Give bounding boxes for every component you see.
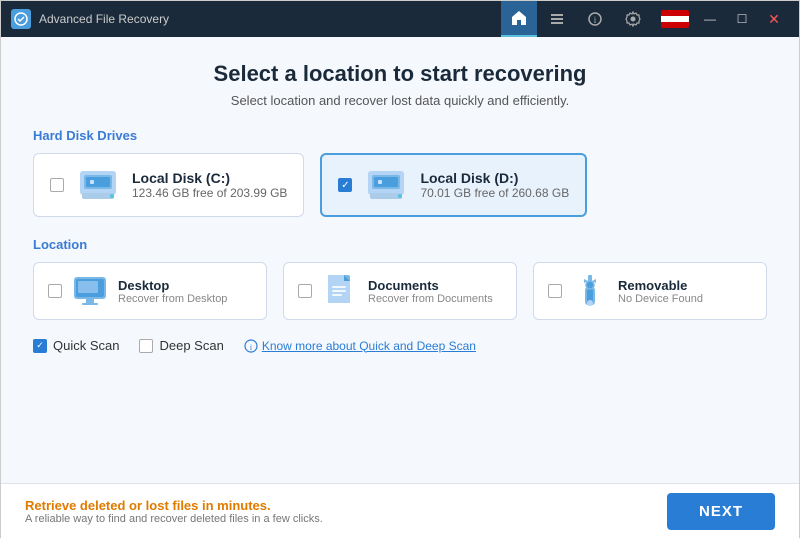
next-button[interactable]: NEXT [667, 493, 775, 530]
minimize-button[interactable]: — [695, 7, 725, 31]
window-controls: — ☐ ✕ [661, 7, 789, 31]
deep-scan-checkbox[interactable] [139, 339, 153, 353]
titlebar: Advanced File Recovery i — ☐ [1, 1, 799, 37]
nav-settings[interactable] [615, 1, 651, 37]
location-removable-card[interactable]: Removable No Device Found [533, 262, 767, 320]
drive-d-card[interactable]: Local Disk (D:) 70.01 GB free of 260.68 … [320, 153, 587, 217]
page-title: Select a location to start recovering [33, 61, 767, 87]
location-removable-sub: No Device Found [618, 293, 703, 305]
location-documents-info: Documents Recover from Documents [368, 278, 493, 305]
svg-text:i: i [250, 343, 253, 352]
location-removable-checkbox[interactable] [548, 284, 562, 298]
location-desktop-checkbox[interactable] [48, 284, 62, 298]
location-desktop-info: Desktop Recover from Desktop [118, 278, 227, 305]
footer-msg-subtitle: A reliable way to find and recover delet… [25, 513, 667, 525]
footer: Retrieve deleted or lost files in minute… [1, 483, 799, 539]
deep-scan-option[interactable]: Deep Scan [139, 338, 223, 353]
nav-list[interactable] [539, 1, 575, 37]
maximize-button[interactable]: ☐ [727, 7, 757, 31]
drive-c-checkbox[interactable] [50, 178, 64, 192]
footer-message: Retrieve deleted or lost files in minute… [25, 498, 667, 525]
location-row: Desktop Recover from Desktop Documents R… [33, 262, 767, 320]
location-removable-info: Removable No Device Found [618, 278, 703, 305]
nav-home[interactable] [501, 1, 537, 37]
drive-d-name: Local Disk (D:) [420, 170, 569, 186]
quick-scan-checkbox[interactable] [33, 339, 47, 353]
nav-bar: i [501, 1, 651, 37]
location-desktop-card[interactable]: Desktop Recover from Desktop [33, 262, 267, 320]
scan-info-link[interactable]: i Know more about Quick and Deep Scan [244, 339, 476, 353]
location-desktop-name: Desktop [118, 278, 227, 293]
drive-d-info: Local Disk (D:) 70.01 GB free of 260.68 … [420, 170, 569, 200]
drives-row: Local Disk (C:) 123.46 GB free of 203.99… [33, 153, 767, 217]
drive-c-card[interactable]: Local Disk (C:) 123.46 GB free of 203.99… [33, 153, 304, 217]
drive-c-name: Local Disk (C:) [132, 170, 287, 186]
location-documents-name: Documents [368, 278, 493, 293]
hdd-section-label: Hard Disk Drives [33, 128, 767, 143]
deep-scan-label: Deep Scan [159, 338, 223, 353]
usb-icon [572, 273, 608, 309]
app-logo [11, 9, 31, 29]
svg-text:i: i [594, 15, 597, 25]
drive-c-info: Local Disk (C:) 123.46 GB free of 203.99… [132, 170, 287, 200]
desktop-icon [72, 273, 108, 309]
language-flag[interactable] [661, 10, 689, 28]
quick-scan-label: Quick Scan [53, 338, 119, 353]
location-desktop-sub: Recover from Desktop [118, 293, 227, 305]
nav-info[interactable]: i [577, 1, 613, 37]
drive-c-size: 123.46 GB free of 203.99 GB [132, 186, 287, 200]
drive-d-size: 70.01 GB free of 260.68 GB [420, 186, 569, 200]
main-content: Select a location to start recovering Se… [1, 37, 799, 483]
location-section-label: Location [33, 237, 767, 252]
location-documents-card[interactable]: Documents Recover from Documents [283, 262, 517, 320]
close-button[interactable]: ✕ [759, 7, 789, 31]
quick-scan-option[interactable]: Quick Scan [33, 338, 119, 353]
location-documents-checkbox[interactable] [298, 284, 312, 298]
location-documents-sub: Recover from Documents [368, 293, 493, 305]
location-removable-name: Removable [618, 278, 703, 293]
footer-msg-title: Retrieve deleted or lost files in minute… [25, 498, 667, 513]
documents-icon [322, 273, 358, 309]
drive-c-icon [76, 167, 120, 203]
scan-options: Quick Scan Deep Scan i Know more about Q… [33, 338, 767, 353]
page-subtitle: Select location and recover lost data qu… [33, 93, 767, 108]
scan-info-text: Know more about Quick and Deep Scan [262, 339, 476, 353]
drive-d-checkbox[interactable] [338, 178, 352, 192]
app-title: Advanced File Recovery [39, 12, 501, 26]
drive-d-icon [364, 167, 408, 203]
